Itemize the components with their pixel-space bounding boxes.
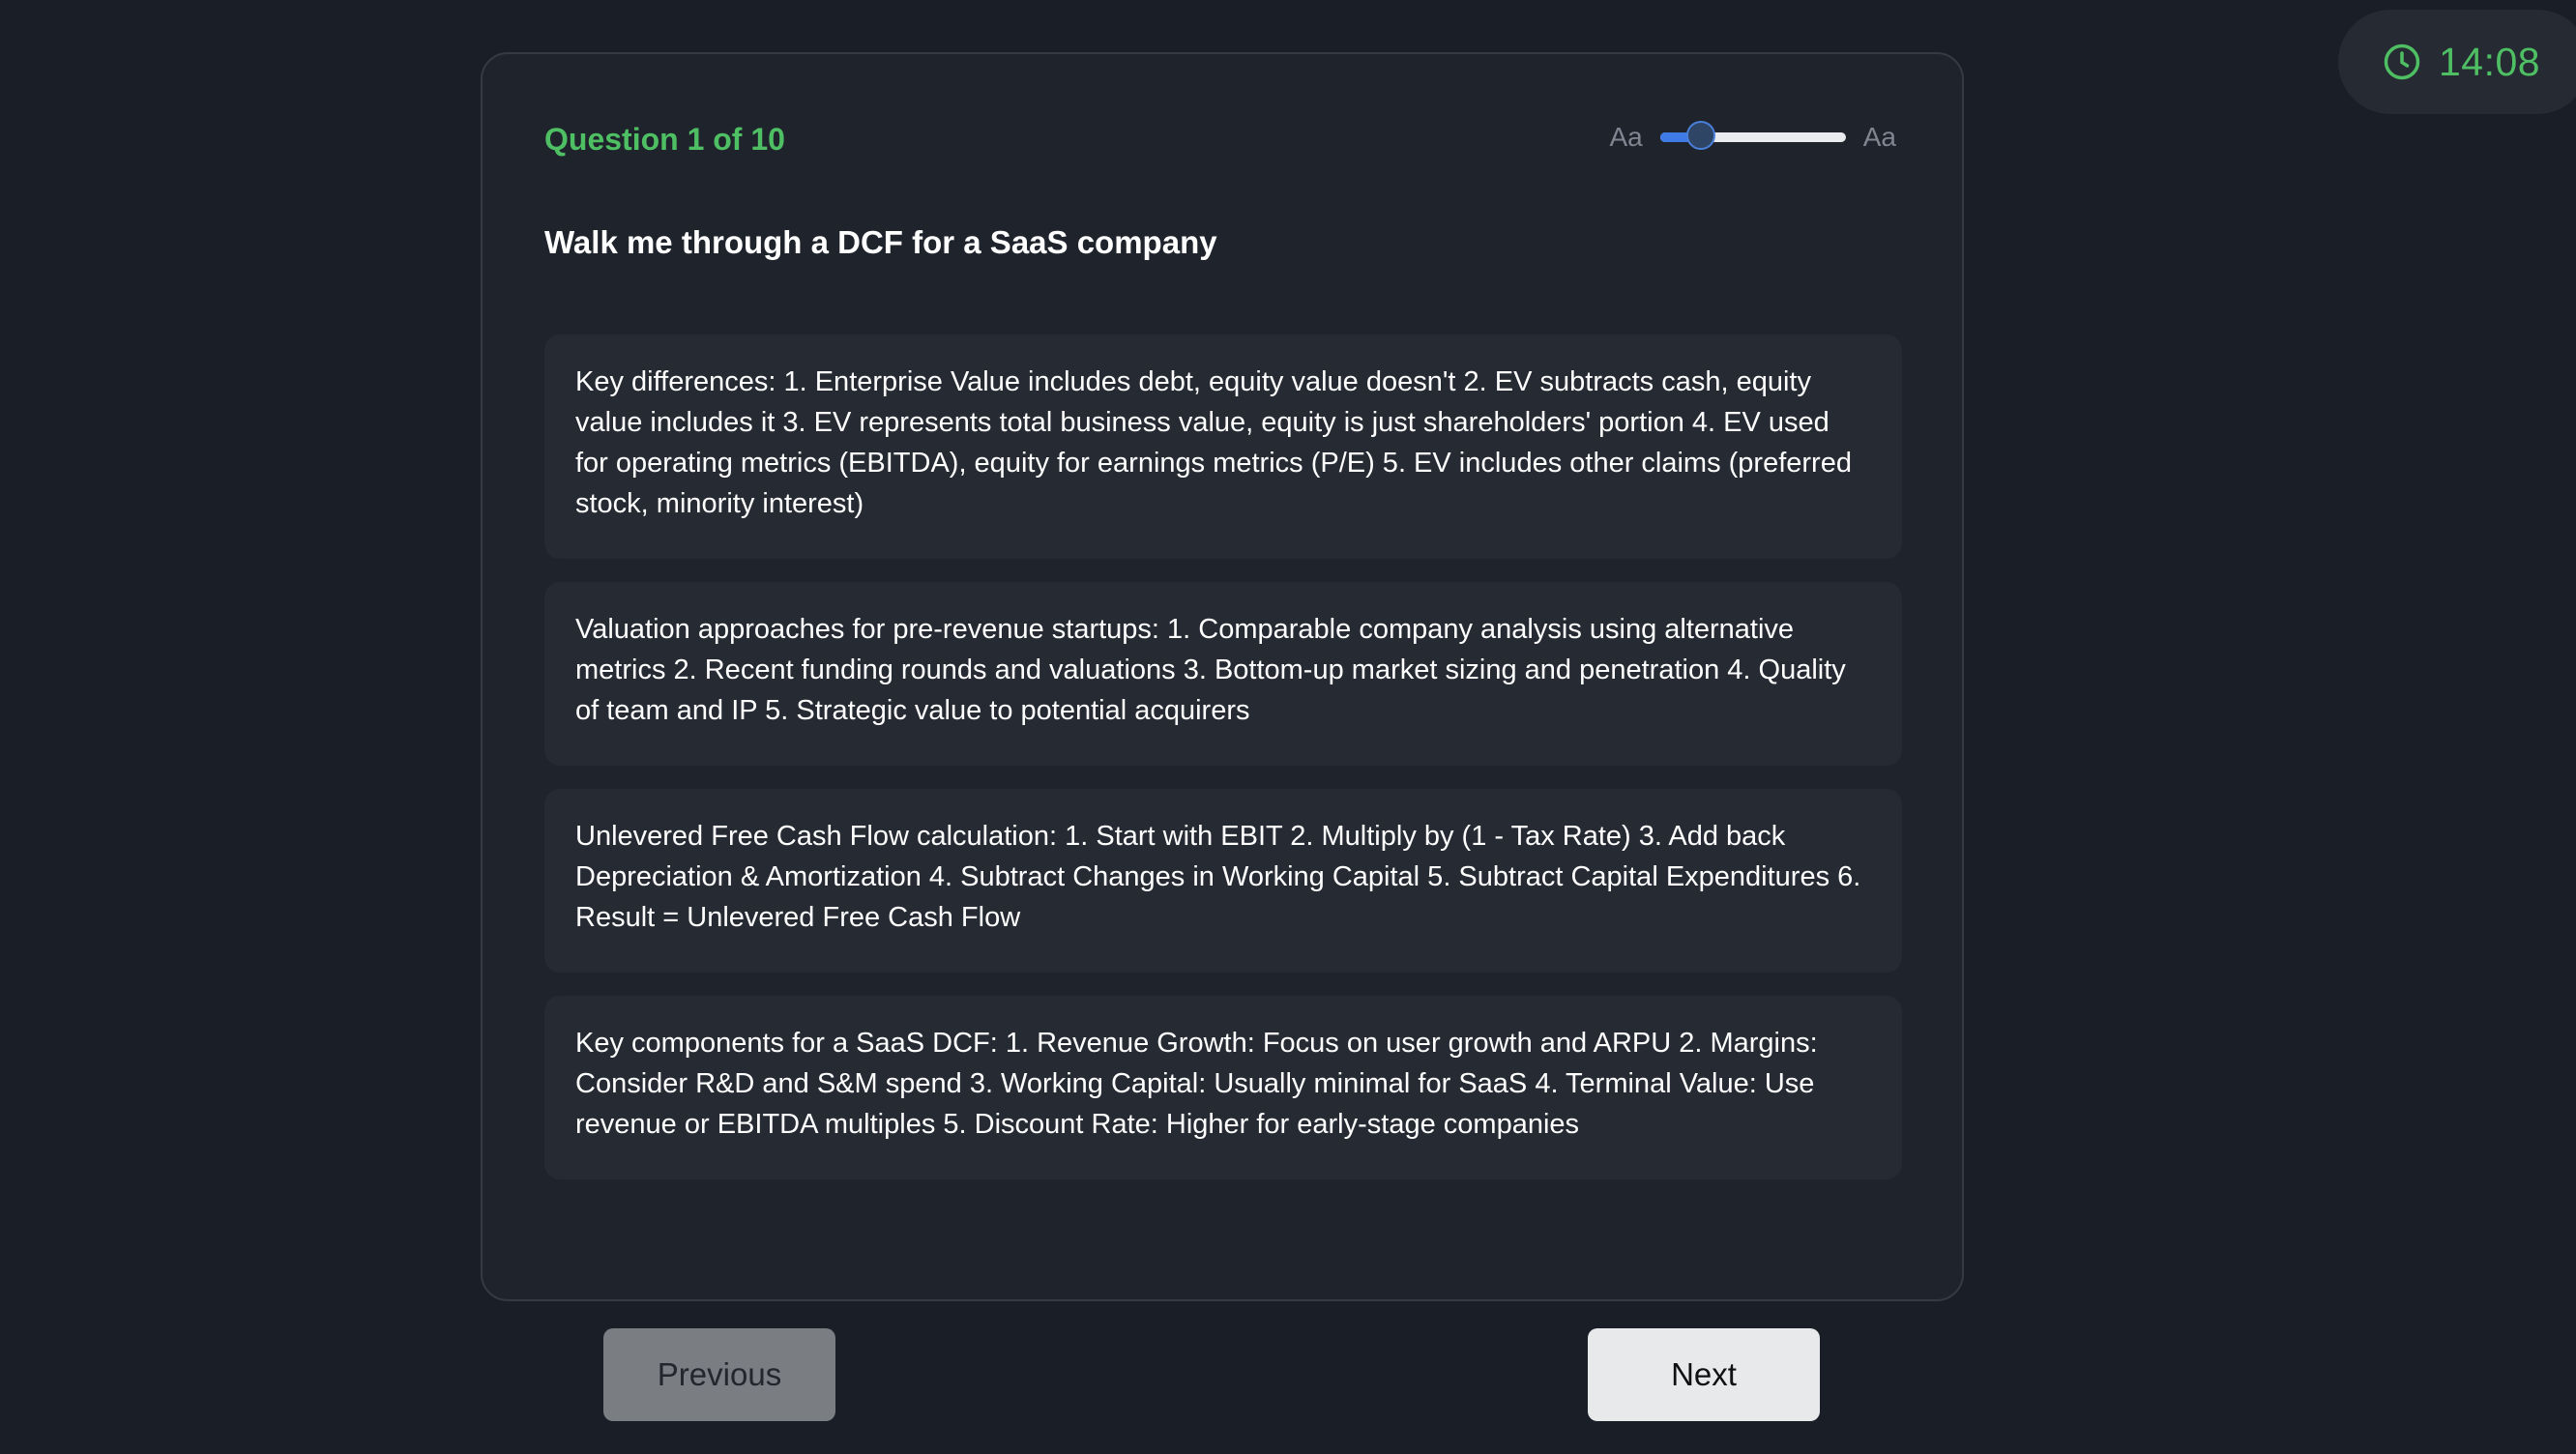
timer: 14:08: [2338, 10, 2576, 114]
font-size-large-label: Aa: [1862, 122, 1896, 152]
answer-option-2[interactable]: Valuation approaches for pre-revenue sta…: [544, 582, 1902, 766]
timer-time: 14:08: [2439, 39, 2541, 84]
answer-option-4[interactable]: Key components for a SaaS DCF: 1. Revenu…: [544, 996, 1902, 1179]
font-size-small-label: Aa: [1609, 122, 1643, 152]
question-title: Walk me through a DCF for a SaaS company: [544, 224, 1217, 260]
question-counter: Question 1 of 10: [544, 122, 785, 157]
font-size-slider[interactable]: [1659, 121, 1846, 150]
answer-option-1[interactable]: Key differences: 1. Enterprise Value inc…: [544, 334, 1902, 559]
answer-option-3[interactable]: Unlevered Free Cash Flow calculation: 1.…: [544, 789, 1902, 973]
slider-fill: [1659, 132, 1688, 142]
previous-button[interactable]: Previous: [603, 1328, 835, 1421]
font-size-control: Aa Aa: [1609, 121, 1896, 153]
next-button[interactable]: Next: [1588, 1328, 1820, 1421]
answer-options: Key differences: 1. Enterprise Value inc…: [544, 334, 1902, 1203]
question-card: Question 1 of 10 Aa Aa Walk me through a…: [481, 52, 1964, 1301]
clock-icon: [2383, 43, 2421, 81]
slider-thumb[interactable]: [1685, 121, 1715, 150]
